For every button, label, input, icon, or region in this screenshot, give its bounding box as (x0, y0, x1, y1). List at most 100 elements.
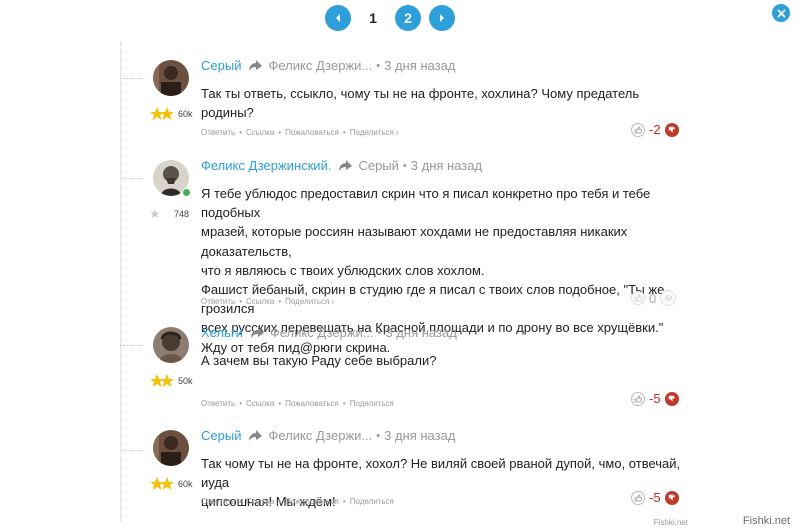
separator-dot: • (376, 59, 381, 72)
thumbs-down-icon (668, 494, 675, 501)
user-rank: 50k (150, 373, 193, 389)
online-indicator (182, 188, 191, 197)
reply-button[interactable]: Ответить (201, 399, 235, 408)
link-button[interactable]: Ссылка (246, 497, 274, 506)
thumbs-down-icon (668, 126, 675, 133)
close-icon (776, 8, 786, 18)
rating-score: -2 (649, 122, 661, 137)
thumbs-down-button[interactable] (660, 290, 677, 306)
reply-to-link[interactable]: Феликс Дзержи... (270, 325, 374, 340)
reply-arrow-icon (249, 60, 263, 71)
author-link[interactable]: Серый (201, 428, 241, 443)
star-icon (150, 477, 174, 490)
author-link[interactable]: Феликс Дзержинский. (201, 158, 331, 173)
reply-arrow-icon (250, 327, 264, 338)
author-link[interactable]: Серый (201, 58, 241, 73)
rating-score: -5 (649, 391, 661, 406)
comment-header: Феликс Дзержинский. Серый • 3 дня назад (201, 158, 482, 173)
thumbs-down-button[interactable] (664, 122, 679, 137)
share-button[interactable]: Поделиться (350, 497, 394, 506)
comment-text: А зачем вы такую Раду себе выбрали? (201, 353, 437, 368)
reply-button[interactable]: Ответить (201, 497, 235, 506)
reply-to-link[interactable]: Феликс Дзержи... (268, 58, 372, 73)
star-icon (150, 209, 160, 218)
comment: 748 Феликс Дзержинский. Серый • 3 дня на… (150, 158, 790, 355)
page-2-button[interactable]: 2 (395, 5, 421, 31)
avatar[interactable] (153, 60, 189, 96)
comment: 60k Серый Феликс Дзержи... • 3 дня назад… (150, 58, 790, 146)
separator-dot: • (376, 429, 381, 442)
thumbs-down-button[interactable] (664, 490, 679, 505)
comment-header: Серый Феликс Дзержи... • 3 дня назад (201, 58, 455, 73)
rank-score: 60k (178, 109, 193, 119)
reply-arrow-icon (249, 430, 263, 441)
next-page-button[interactable] (429, 5, 455, 31)
comment: 50k Хельги Феликс Дзержи... • 3 дня наза… (150, 325, 790, 413)
comment-text: Так ты ответь, ссыкло, чому ты не на фро… (201, 86, 640, 121)
chevron-right-icon (440, 14, 444, 22)
avatar[interactable] (153, 430, 189, 466)
share-chevron-icon: › (331, 297, 335, 306)
timestamp: 3 дня назад (384, 58, 456, 73)
comment-rating: -2 (631, 122, 679, 137)
share-button[interactable]: Поделиться (350, 399, 394, 408)
reply-to-link[interactable]: Феликс Дзержи... (268, 428, 372, 443)
prev-page-button[interactable] (325, 5, 351, 31)
thumbs-up-icon[interactable] (631, 291, 645, 305)
comment-rating: -5 (631, 391, 679, 406)
thread-branch (120, 78, 144, 79)
timestamp: 3 дня назад (385, 325, 457, 340)
rating-score: 0 (649, 290, 657, 306)
comment-actions: Ответить • Ссылка • Поделиться › (201, 297, 335, 306)
thumbs-down-icon (668, 395, 675, 402)
link-button[interactable]: Ссылка (246, 297, 274, 306)
thread-branch (120, 345, 144, 346)
share-button[interactable]: Поделиться (285, 297, 329, 306)
comment-rating: -5 (631, 490, 679, 505)
thumbs-down-icon (665, 294, 672, 302)
timestamp: 3 дня назад (384, 428, 456, 443)
timestamp: 3 дня назад (410, 158, 483, 173)
rank-score: 50k (178, 376, 193, 386)
pagination: 1 2 (325, 5, 455, 31)
report-button[interactable]: Пожаловаться (285, 399, 339, 408)
link-button[interactable]: Ссылка (246, 128, 274, 137)
comment: 60k Серый Феликс Дзержи... • 3 дня назад… (150, 428, 790, 520)
watermark-small: Fishki.net (653, 518, 688, 527)
thread-branch (120, 450, 144, 451)
thread-branch (120, 178, 144, 179)
separator-dot: • (402, 159, 407, 172)
comment-header: Серый Феликс Дзержи... • 3 дня назад (201, 428, 455, 443)
separator-dot: • (377, 326, 382, 339)
watermark: Fishki.net (742, 515, 790, 527)
thumbs-up-icon[interactable] (631, 122, 645, 137)
comment-header: Хельги Феликс Дзержи... • 3 дня назад (201, 325, 457, 340)
reply-to-link[interactable]: Серый (358, 158, 398, 173)
comment-actions: Ответить • Ссылка • Пожаловаться • Поделить… (201, 497, 394, 506)
user-rank: 60k (150, 106, 193, 122)
report-button[interactable]: Пожаловаться (285, 497, 339, 506)
star-icon (150, 374, 174, 387)
report-button[interactable]: Пожаловаться (285, 128, 339, 137)
user-rank: 60k (150, 476, 193, 492)
reply-button[interactable]: Ответить (201, 128, 235, 137)
thumbs-up-icon[interactable] (631, 391, 645, 406)
user-rank: 748 (150, 206, 189, 222)
chevron-left-icon (336, 14, 340, 22)
comment-rating: 0 (631, 290, 677, 306)
author-link[interactable]: Хельги (201, 325, 243, 340)
rank-score: 748 (174, 209, 190, 219)
star-icon (150, 107, 174, 120)
page-current[interactable]: 1 (351, 10, 395, 26)
reply-button[interactable]: Ответить (201, 297, 235, 306)
comment-actions: Ответить • Ссылка • Пожаловаться • Поделить… (201, 399, 394, 408)
thumbs-up-icon[interactable] (631, 490, 645, 505)
rank-score: 60k (178, 479, 193, 489)
thumbs-down-button[interactable] (664, 391, 679, 406)
close-button[interactable] (772, 4, 790, 22)
link-button[interactable]: Ссылка (246, 399, 274, 408)
avatar[interactable] (153, 327, 189, 363)
reply-arrow-icon (339, 160, 353, 171)
rating-score: -5 (649, 490, 661, 505)
share-button[interactable]: Поделиться (350, 128, 394, 137)
